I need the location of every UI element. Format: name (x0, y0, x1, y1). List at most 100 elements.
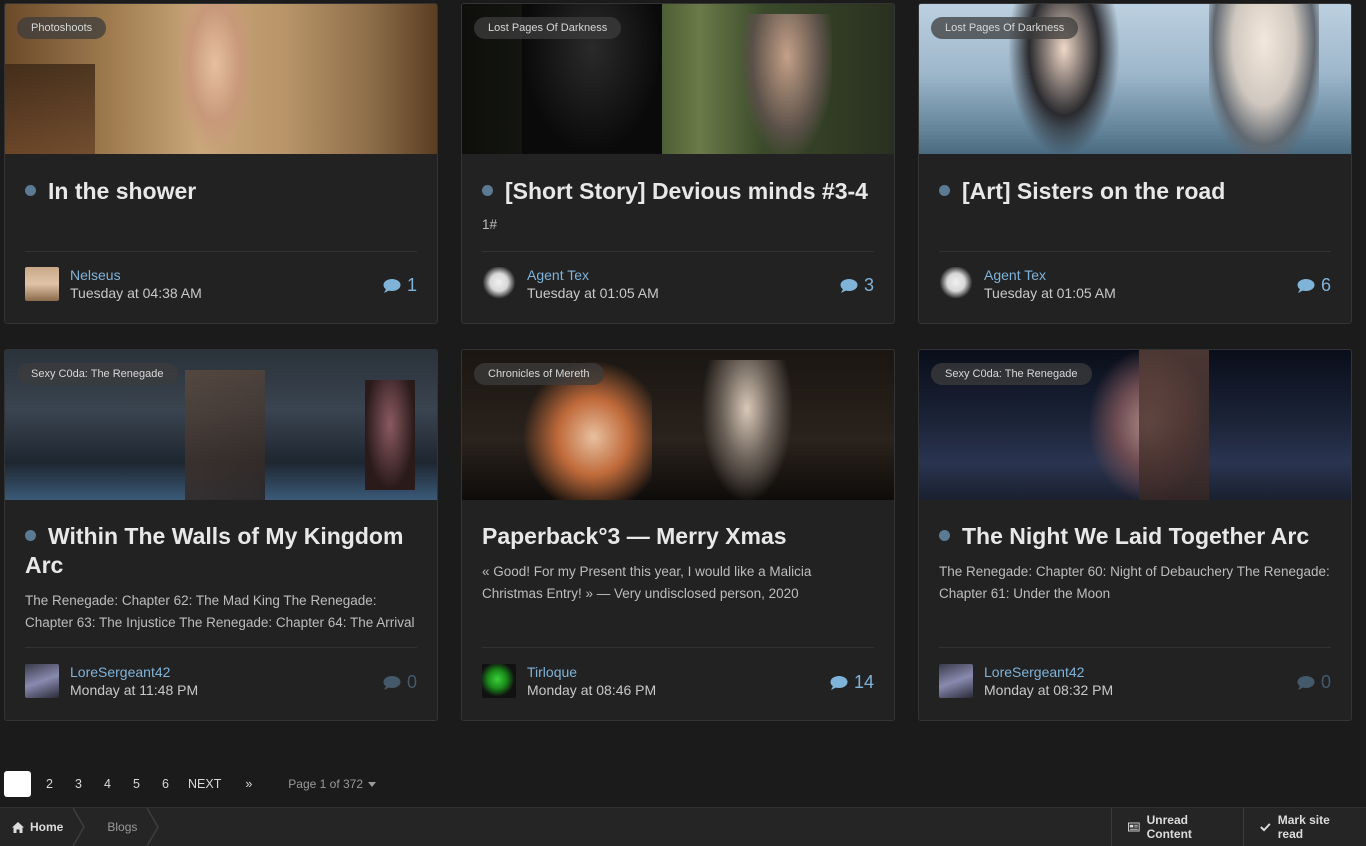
post-date: Monday at 08:32 PM (984, 682, 1114, 698)
comment-bubble-icon (1297, 279, 1315, 293)
category-tag[interactable]: Photoshoots (17, 17, 107, 39)
unread-content-button[interactable]: Unread Content (1111, 808, 1243, 846)
page-link[interactable]: 3 (64, 777, 93, 791)
author-name[interactable]: LoreSergeant42 (70, 664, 170, 680)
category-tag[interactable]: Lost Pages Of Darkness (931, 17, 1079, 39)
unread-dot-icon (25, 530, 36, 542)
breadcrumb-blogs-label: Blogs (107, 820, 138, 834)
avatar[interactable] (25, 267, 59, 301)
comment-bubble-icon (840, 279, 858, 293)
post-date: Monday at 11:48 PM (70, 682, 199, 698)
category-tag[interactable]: Chronicles of Mereth (474, 363, 604, 385)
card-title[interactable]: [Art] Sisters on the road (919, 177, 1351, 206)
comment-count[interactable]: 0 (383, 672, 417, 693)
newspaper-icon (1128, 822, 1140, 832)
comment-count[interactable]: 14 (830, 672, 874, 693)
comment-count[interactable]: 1 (383, 275, 417, 296)
comment-bubble-icon (383, 279, 401, 293)
comment-count[interactable]: 6 (1297, 275, 1331, 296)
page-of-label: Page 1 of 372 (288, 777, 364, 791)
blog-grid: Photoshoots In the shower Nelseus Tuesda… (4, 3, 1356, 723)
card-excerpt: « Good! For my Present this year, I woul… (482, 564, 812, 601)
card-excerpt: The Renegade: Chapter 62: The Mad King T… (25, 593, 415, 630)
blog-card[interactable]: Lost Pages Of Darkness [Art] Sisters on … (918, 3, 1352, 324)
avatar[interactable] (25, 664, 59, 698)
page-link[interactable]: 4 (93, 777, 122, 791)
comment-bubble-icon (1297, 676, 1315, 690)
unread-dot-icon (25, 185, 36, 197)
card-title[interactable]: [Short Story] Devious minds #3-4 (462, 177, 894, 206)
home-icon (12, 821, 24, 833)
author-block: Agent Tex Tuesday at 01:05 AM 3 (482, 267, 874, 303)
card-cover-image[interactable]: Lost Pages Of Darkness (462, 4, 894, 154)
breadcrumb-blogs[interactable]: Blogs (85, 808, 160, 846)
breadcrumb-separator-icon (73, 808, 86, 846)
card-cover-image[interactable]: Lost Pages Of Darkness (919, 4, 1351, 154)
page-link[interactable]: 5 (122, 777, 151, 791)
card-cover-image[interactable]: Sexy C0da: The Renegade (919, 350, 1351, 500)
category-tag[interactable]: Sexy C0da: The Renegade (931, 363, 1092, 385)
comment-bubble-icon (383, 676, 401, 690)
divider (939, 647, 1331, 648)
author-block: Agent Tex Tuesday at 01:05 AM 6 (939, 267, 1331, 303)
footer-bar: Home Blogs Unread Content Mark site read (0, 807, 1366, 846)
author-name[interactable]: Agent Tex (527, 267, 589, 283)
comment-count[interactable]: 0 (1297, 672, 1331, 693)
avatar[interactable] (939, 664, 973, 698)
page-jump-dropdown[interactable]: Page 1 of 372 (288, 777, 377, 791)
card-cover-image[interactable]: Sexy C0da: The Renegade (5, 350, 437, 500)
blog-card[interactable]: Sexy C0da: The Renegade Within The Walls… (4, 349, 438, 721)
author-block: LoreSergeant42 Monday at 08:32 PM 0 (939, 664, 1331, 700)
unread-dot-icon (482, 185, 493, 197)
comment-bubble-icon (830, 676, 848, 690)
author-name[interactable]: Nelseus (70, 267, 121, 283)
blog-card[interactable]: Photoshoots In the shower Nelseus Tuesda… (4, 3, 438, 324)
mark-site-read-button[interactable]: Mark site read (1243, 808, 1366, 846)
card-title[interactable]: Paperback°3 — Merry Xmas (462, 522, 894, 551)
card-title[interactable]: In the shower (5, 177, 437, 206)
author-name[interactable]: Agent Tex (984, 267, 1046, 283)
avatar[interactable] (939, 267, 973, 301)
unread-content-label: Unread Content (1146, 813, 1192, 841)
comment-count[interactable]: 3 (840, 275, 874, 296)
avatar[interactable] (482, 267, 516, 301)
divider (482, 251, 874, 252)
last-page-button[interactable]: » (245, 777, 252, 791)
card-title[interactable]: The Night We Laid Together Arc (919, 522, 1351, 551)
post-date: Tuesday at 01:05 AM (527, 285, 659, 301)
card-title[interactable]: Within The Walls of My Kingdom Arc (5, 522, 437, 580)
pagination: 2 3 4 5 6 NEXT » Page 1 of 372 (4, 771, 377, 797)
author-name[interactable]: LoreSergeant42 (984, 664, 1084, 680)
author-block: Nelseus Tuesday at 04:38 AM 1 (25, 267, 417, 303)
divider (939, 251, 1331, 252)
breadcrumb-home[interactable]: Home (0, 808, 86, 846)
card-cover-image[interactable]: Chronicles of Mereth (462, 350, 894, 500)
blog-card[interactable]: Sexy C0da: The Renegade The Night We Lai… (918, 349, 1352, 721)
post-date: Monday at 08:46 PM (527, 682, 657, 698)
caret-down-icon (368, 781, 377, 787)
post-date: Tuesday at 01:05 AM (984, 285, 1116, 301)
card-excerpt: 1# (482, 217, 498, 232)
blog-card[interactable]: Lost Pages Of Darkness [Short Story] Dev… (461, 3, 895, 324)
avatar[interactable] (482, 664, 516, 698)
divider (25, 647, 417, 648)
blog-card[interactable]: Chronicles of Mereth Paperback°3 — Merry… (461, 349, 895, 721)
unread-dot-icon (939, 530, 950, 542)
page-link[interactable]: 2 (35, 777, 64, 791)
unread-dot-icon (939, 185, 950, 197)
divider (482, 647, 874, 648)
category-tag[interactable]: Lost Pages Of Darkness (474, 17, 622, 39)
card-cover-image[interactable]: Photoshoots (5, 4, 437, 154)
next-page-button[interactable]: NEXT (188, 777, 221, 791)
divider (25, 251, 417, 252)
author-block: LoreSergeant42 Monday at 11:48 PM 0 (25, 664, 417, 700)
page-link[interactable]: 6 (151, 777, 180, 791)
page-current[interactable] (4, 771, 31, 797)
checkmark-icon (1260, 823, 1271, 832)
post-date: Tuesday at 04:38 AM (70, 285, 202, 301)
mark-site-read-label: Mark site read (1277, 813, 1330, 841)
author-name[interactable]: Tirloque (527, 664, 577, 680)
breadcrumb-home-label: Home (30, 820, 64, 834)
category-tag[interactable]: Sexy C0da: The Renegade (17, 363, 178, 385)
breadcrumb-separator-icon (147, 808, 160, 846)
